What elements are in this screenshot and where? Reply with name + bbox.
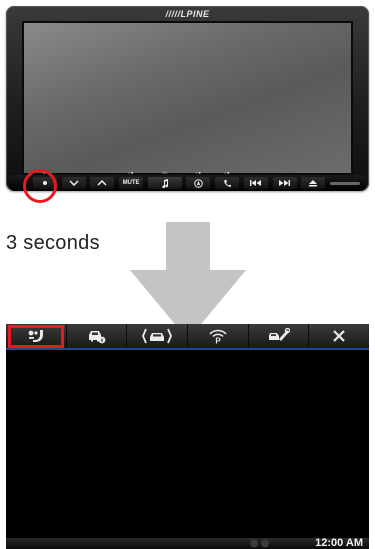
chevron-up-icon — [97, 180, 107, 186]
chevron-down-icon — [69, 180, 79, 186]
phone-sub-label: •◄ — [224, 170, 230, 175]
unit-button-strip: ••• •◄ MUTE •≡• •◄ •◄ — [9, 170, 366, 191]
eject-button[interactable] — [301, 177, 326, 189]
status-bar: 12:00 AM — [6, 538, 369, 549]
alpine-logo: /////LPINE — [165, 9, 210, 19]
clock: 12:00 AM — [315, 537, 363, 549]
skip-forward-icon — [279, 180, 290, 186]
navigation-button[interactable]: •◄ — [186, 170, 211, 189]
settings-tab-bar: P — [6, 324, 369, 350]
skip-back-icon — [250, 180, 262, 186]
power-button-highlight — [23, 169, 57, 203]
tab-car-tools[interactable] — [249, 324, 310, 348]
phone-icon — [223, 179, 231, 187]
connection-status-icon — [250, 539, 270, 548]
unit-display — [22, 21, 353, 175]
wrench-bolt-icon — [28, 330, 43, 342]
close-icon — [333, 330, 345, 342]
mute-button[interactable]: •◄ MUTE — [119, 170, 144, 189]
volume-down-button[interactable] — [61, 177, 86, 189]
settings-screen: P 12:00 AM — [6, 324, 369, 549]
tab-close[interactable] — [309, 324, 369, 348]
wireless-parking-icon: P — [209, 329, 227, 345]
next-track-button[interactable] — [272, 177, 297, 189]
instruction-caption: 3 seconds — [6, 232, 100, 254]
music-note-icon — [162, 178, 168, 188]
previous-track-button[interactable] — [243, 177, 268, 189]
tab-camera-settings[interactable] — [127, 324, 189, 348]
tab-general-settings[interactable] — [6, 324, 67, 348]
car-info-icon — [88, 331, 105, 344]
phone-button[interactable]: •◄ — [215, 170, 240, 189]
head-unit: /////LPINE ••• •◄ MUTE •≡• •◄ •◄ — [6, 6, 369, 191]
navigation-icon — [194, 178, 203, 188]
mute-label: MUTE — [122, 180, 140, 186]
disc-slot — [329, 181, 360, 185]
audio-button[interactable]: •≡• — [147, 170, 182, 189]
tab-parking-wireless[interactable]: P — [188, 324, 249, 348]
svg-text:P: P — [215, 337, 221, 345]
tab-vehicle-info[interactable] — [67, 324, 128, 348]
eject-icon — [309, 179, 318, 186]
car-camera-icon — [142, 328, 173, 344]
audio-sub-label: •≡• — [162, 170, 168, 175]
mute-sub-label: •◄ — [128, 170, 134, 175]
settings-content-area — [6, 350, 369, 538]
volume-up-button[interactable] — [90, 177, 115, 189]
status-icons — [249, 539, 271, 548]
car-wrench-icon — [268, 328, 290, 341]
nav-sub-label: •◄ — [195, 170, 202, 175]
